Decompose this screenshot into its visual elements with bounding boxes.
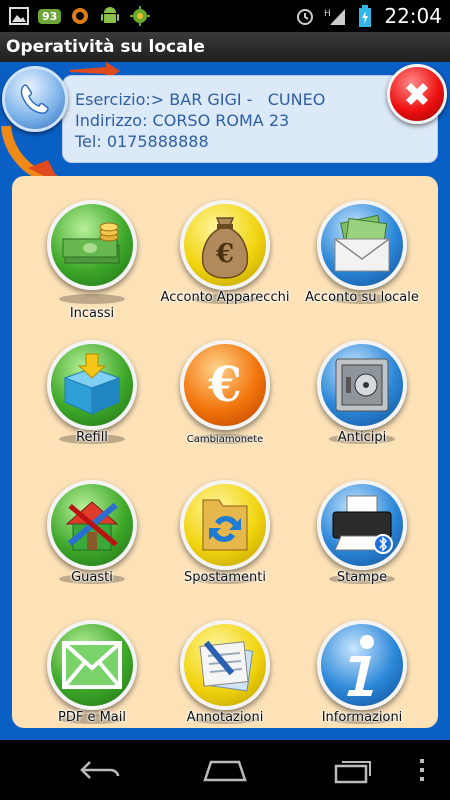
- back-icon: [80, 761, 120, 779]
- tile-spostamenti[interactable]: Spostamenti: [170, 480, 280, 610]
- tile-acconto-su-locale-button[interactable]: [317, 200, 407, 290]
- tile-label: Annotazioni: [186, 710, 264, 725]
- tile-stampe-button[interactable]: [317, 480, 407, 570]
- svg-text:€: €: [215, 239, 234, 269]
- tile-label: Stampe: [336, 570, 388, 585]
- tile-pdf-e-mail[interactable]: PDF e Mail: [37, 620, 147, 750]
- tile-informazioni-button[interactable]: [317, 620, 407, 710]
- tile-spostamenti-button[interactable]: [180, 480, 270, 570]
- status-time: 22:04: [384, 4, 442, 28]
- recent-apps-icon: [334, 761, 371, 784]
- folder-transfer-icon: [202, 499, 248, 551]
- close-button[interactable]: [387, 64, 447, 124]
- home-icon: [203, 760, 247, 782]
- svg-text:€: €: [207, 357, 241, 413]
- tile-label: Refill: [76, 430, 108, 445]
- tile-guasti[interactable]: Guasti: [37, 480, 147, 610]
- money-bag-icon: €: [201, 217, 249, 279]
- page-title: Operatività su locale: [6, 37, 205, 57]
- tile-cambiamonete[interactable]: € Cambiamonete: [170, 340, 280, 470]
- tile-incassi-button[interactable]: [47, 200, 137, 290]
- tile-label: Spostamenti: [184, 570, 266, 585]
- tile-label: Acconto su locale: [305, 290, 419, 305]
- phone-call-button[interactable]: [2, 66, 68, 132]
- indirizzo-line: Indirizzo: CORSO ROMA 23: [75, 111, 290, 130]
- box-download-icon: [63, 353, 121, 415]
- notes-pen-icon: [199, 640, 254, 692]
- operations-grid: Incassi € Acconto Apparecchi Acconto su …: [12, 176, 438, 728]
- bug-icon: [129, 5, 151, 27]
- tile-label: Incassi: [69, 306, 115, 321]
- tile-stampe[interactable]: Stampe: [307, 480, 417, 610]
- tel-line: Tel: 0175888888: [75, 132, 209, 151]
- tile-label: Anticipi: [337, 430, 387, 445]
- safe-icon: [335, 358, 389, 412]
- cash-money-icon: [62, 222, 120, 264]
- printer-bluetooth-icon: [332, 495, 393, 554]
- info-icon: [347, 635, 374, 696]
- house-tools-icon: [65, 501, 119, 551]
- close-icon: [406, 83, 428, 105]
- euro-icon: €: [207, 357, 241, 413]
- tile-acconto-apparecchi[interactable]: € Acconto Apparecchi: [161, 200, 289, 330]
- title-bar: Operatività su locale: [0, 32, 450, 62]
- tile-refill[interactable]: Refill: [37, 340, 147, 470]
- recent-apps-button[interactable]: [328, 754, 376, 786]
- overflow-menu-button[interactable]: [402, 754, 442, 786]
- alarm-icon: [294, 5, 316, 27]
- tile-label: PDF e Mail: [58, 710, 126, 725]
- tile-label: Guasti: [71, 570, 113, 585]
- android-icon: [99, 5, 121, 27]
- tile-refill-button[interactable]: [47, 340, 137, 430]
- tile-acconto-apparecchi-button[interactable]: €: [180, 200, 270, 290]
- more-vertical-icon: [420, 759, 424, 781]
- sync-icon: [69, 5, 91, 27]
- phone-icon: [20, 84, 49, 114]
- image-icon: [8, 5, 30, 27]
- tile-cambiamonete-button[interactable]: €: [180, 340, 270, 430]
- signal-icon: H: [324, 5, 346, 27]
- tile-annotazioni[interactable]: Annotazioni: [170, 620, 280, 750]
- notification-badge: 93: [38, 8, 62, 24]
- mail-icon: [62, 641, 122, 689]
- location-info-card: Esercizio:> BAR GIGI - CUNEO Indirizzo: …: [62, 75, 438, 163]
- tile-label: Cambiamonete: [186, 434, 264, 445]
- tile-pdf-e-mail-button[interactable]: [47, 620, 137, 710]
- svg-text:H: H: [324, 9, 331, 19]
- esercizio-line: Esercizio:> BAR GIGI - CUNEO: [75, 90, 326, 109]
- tile-guasti-button[interactable]: [47, 480, 137, 570]
- envelope-cash-icon: [334, 215, 390, 272]
- status-bar: 93 H 22:04: [0, 0, 450, 32]
- navigation-bar: [0, 740, 450, 800]
- app-screen: 93 H 22:04 Operatività su locale Eserciz…: [0, 0, 450, 800]
- battery-icon: [354, 5, 376, 27]
- tile-informazioni[interactable]: Informazioni: [307, 620, 417, 750]
- home-button[interactable]: [201, 754, 249, 786]
- tile-annotazioni-button[interactable]: [180, 620, 270, 710]
- tile-label: Acconto Apparecchi: [160, 290, 290, 305]
- tile-incassi[interactable]: Incassi: [37, 200, 147, 330]
- tile-label: Informazioni: [321, 710, 403, 725]
- tile-acconto-su-locale[interactable]: Acconto su locale: [305, 200, 419, 330]
- tile-anticipi-button[interactable]: [317, 340, 407, 430]
- tile-anticipi[interactable]: Anticipi: [307, 340, 417, 470]
- back-button[interactable]: [76, 754, 124, 786]
